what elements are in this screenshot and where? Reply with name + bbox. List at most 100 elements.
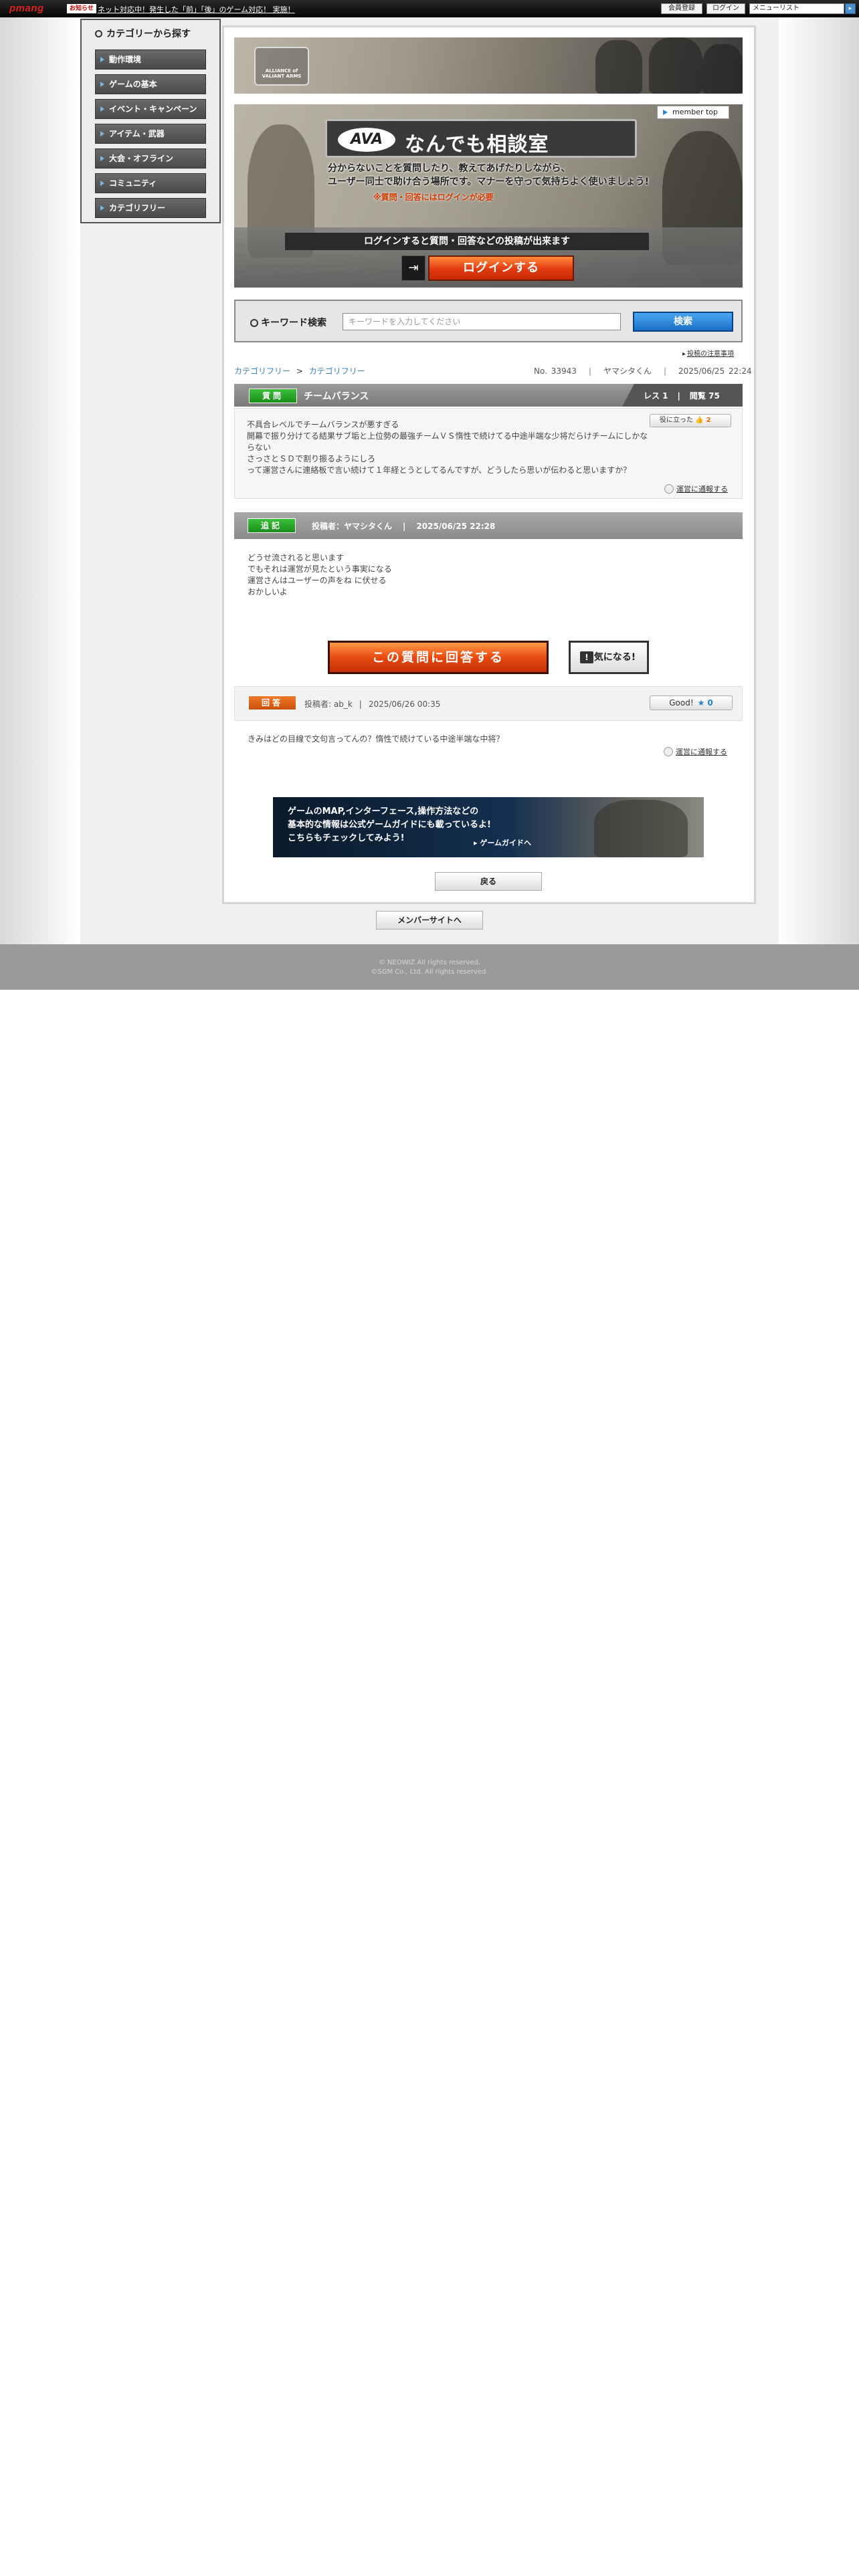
addendum-label: 追記 — [248, 518, 296, 533]
answer-text: きみはどの目線で文句言ってんの？惰性で続けている中途半端な中将？ — [248, 734, 504, 744]
question-text: 不具合レベルでチームバランスが悪すぎる 開幕で振り分けてる結果サブ垢と上位勢の最… — [247, 419, 648, 476]
soldier-figure — [649, 37, 702, 94]
login-note: ログインすると質問・回答などの投稿が出来ます — [285, 233, 649, 250]
sidebar-item-game-basics[interactable]: ゲームの基本 — [95, 74, 206, 94]
pmang-logo[interactable]: pmang — [9, 3, 44, 14]
watch-button[interactable]: ! 気になる! — [569, 641, 649, 674]
star-icon: ★ — [697, 698, 705, 708]
guide-banner-line: ゲームのMAP,インターフェース,操作方法などの — [288, 807, 479, 817]
menu-list-select[interactable]: メニューリスト — [749, 3, 844, 14]
login-button[interactable]: ログインする — [428, 255, 574, 281]
question-header: 質問 チームバランス レス 1 | 閲覧 75 — [234, 384, 743, 407]
breadcrumb-item[interactable]: カテゴリフリー — [309, 366, 365, 376]
report-link[interactable]: 運営に通報する — [664, 484, 728, 494]
posting-caution-link[interactable]: 投稿の注意事項 — [682, 348, 734, 358]
sidebar-item-community[interactable]: コミュニティ — [95, 173, 206, 193]
notice-link[interactable]: ネット対応中！発生した「前」「後」のゲーム対応！ 実施！ — [98, 4, 295, 15]
addendum-line: でもそれは運営が見たという事実になる — [248, 564, 392, 574]
breadcrumb: カテゴリフリー > カテゴリフリー — [234, 365, 365, 377]
breadcrumb-item[interactable]: カテゴリフリー — [234, 366, 290, 376]
hero-login-area: ログインすると質問・回答などの投稿が出来ます ⇥ ログインする — [234, 227, 743, 288]
view-count: 閲覧 75 — [689, 391, 720, 401]
question-line: さっさとＳＤで割り振るようにしろ — [247, 454, 376, 463]
watch-button-label: 気になる! — [593, 652, 636, 663]
reply-count: レス 1 — [644, 391, 668, 401]
breadcrumb-separator: > — [296, 366, 303, 376]
search-label-text: キーワード検索 — [261, 318, 326, 328]
exclamation-icon: ! — [580, 651, 593, 663]
back-button[interactable]: 戻る — [435, 872, 542, 891]
question-stats: レス 1 | 閲覧 75 — [644, 390, 720, 401]
addendum-author: 投稿者：ヤマシタくん — [312, 522, 393, 531]
game-guide-banner[interactable]: ゲームのMAP,インターフェース,操作方法などの 基本的な情報は公式ゲームガイド… — [273, 797, 704, 857]
helpful-label: 役に立った — [660, 417, 693, 424]
ava-banner[interactable]: ALLIANCE of VALIANT ARMS — [234, 37, 743, 94]
addendum-header: 追記 投稿者：ヤマシタくん | 2025/06/25 22:28 — [234, 512, 743, 539]
copyright-line: ©SGM Co., Ltd. All rights reserved. — [371, 968, 488, 976]
addendum-datetime: 2025/06/25 22:28 — [416, 522, 496, 531]
left-background — [0, 17, 80, 944]
post-meta: No. 33943 | ヤマシタくん | 2025/06/25 22:24 — [534, 365, 752, 377]
register-button[interactable]: 会員登録 — [661, 3, 702, 14]
notice-badge: お知らせ — [67, 4, 96, 13]
post-number: No. 33943 — [534, 366, 577, 376]
login-icon: ⇥ — [401, 255, 425, 281]
hero-title-box: AVA なんでも相談室 — [325, 119, 637, 158]
top-bar: pmang お知らせ ネット対応中！発生した「前」「後」のゲーム対応！ 実施！ … — [0, 0, 859, 17]
search-button[interactable]: 検索 — [633, 312, 733, 332]
keyword-search: キーワード検索 検索 — [234, 300, 743, 342]
go-button[interactable]: ▸ — [845, 3, 856, 14]
sidebar-item-category-free[interactable]: カテゴリフリー — [95, 198, 206, 218]
member-site-button[interactable]: メンバーサイトへ — [376, 911, 483, 930]
hero-description-line: 分からないことを質問したり、教えてあげたりしながら、 — [328, 163, 571, 174]
question-line: 不具合レベルでチームバランスが悪すぎる — [247, 420, 399, 429]
answer-datetime: 2025/06/26 00:35 — [368, 700, 441, 709]
footer: © NEOWIZ All rights reserved. ©SGM Co., … — [0, 944, 859, 990]
hero-description: 分からないことを質問したり、教えてあげたりしながら、 ユーザー同士で助け合う場所… — [328, 162, 650, 189]
hero-description-line: ユーザー同士で助け合う場所です。マナーを守って気持ちよく使いましょう! — [328, 177, 650, 187]
game-guide-link[interactable]: ゲームガイドへ — [474, 837, 531, 848]
ava-emblem-logo: ALLIANCE of VALIANT ARMS — [254, 47, 309, 86]
divider: | — [588, 366, 591, 376]
ava-mark: AVA — [338, 128, 395, 152]
addendum-text: どうせ流されると思います でもそれは運営が見たという事実になる 運営さんはユーザ… — [248, 552, 649, 598]
consultation-hero: member top AVA なんでも相談室 分からないことを質問したり、教えて… — [234, 104, 743, 288]
post-author: ヤマシタくん — [603, 366, 652, 376]
question-body: 不具合レベルでチームバランスが悪すぎる 開幕で振り分けてる結果サブ垢と上位勢の最… — [234, 408, 743, 499]
report-link[interactable]: 運営に通報する — [664, 746, 727, 757]
good-count: 0 — [707, 698, 713, 708]
sidebar-item-environment[interactable]: 動作環境 — [95, 49, 206, 70]
good-label: Good! — [669, 698, 694, 708]
sidebar-item-items-weapons[interactable]: アイテム・武器 — [95, 124, 206, 144]
divider: | — [663, 366, 667, 376]
question-line: って運営さんに連絡板で言い続けて１年経とうとしてるんですが、どうしたら思いが伝わ… — [247, 465, 632, 475]
login-button-top[interactable]: ログイン — [706, 3, 745, 14]
helpful-button[interactable]: 役に立った 👍 2 — [650, 414, 731, 427]
sidebar-title: カテゴリーから探す — [95, 27, 191, 40]
guide-banner-line: こちらもチェックしてみよう! — [288, 833, 405, 843]
ava-emblem-text: ALLIANCE of VALIANT ARMS — [262, 68, 302, 79]
question-title: チームバランス — [304, 391, 369, 402]
answer-label: 回答 — [248, 695, 296, 710]
login-required-note: ※質問・回答にはログインが必要 — [373, 193, 494, 202]
good-button[interactable]: Good! ★ 0 — [650, 695, 733, 710]
divider: | — [677, 391, 680, 401]
answer-meta: 投稿者: ab_k | 2025/06/26 00:35 — [304, 698, 440, 710]
hero-title: なんでも相談室 — [405, 133, 549, 156]
addendum-line: どうせ流されると思います — [248, 553, 345, 562]
answer-header: 回答 投稿者: ab_k | 2025/06/26 00:35 Good! ★ 0 — [234, 686, 743, 721]
sidebar-item-events[interactable]: イベント・キャンペーン — [95, 99, 206, 119]
question-label: 質問 — [249, 389, 297, 403]
addendum-meta: 投稿者：ヤマシタくん | 2025/06/25 22:28 — [312, 520, 495, 532]
sidebar-item-tournaments[interactable]: 大会・オフライン — [95, 148, 206, 169]
search-input[interactable] — [343, 313, 621, 330]
member-top-link[interactable]: member top — [657, 106, 729, 119]
answer-question-button[interactable]: この質問に回答する — [328, 641, 549, 674]
soldier-figure — [702, 44, 743, 94]
soldier-figure — [594, 800, 688, 857]
thumb-icon: 👍 — [695, 417, 704, 424]
sidebar-title-text: カテゴリーから探す — [106, 29, 191, 39]
copyright-line: © NEOWIZ All rights reserved. — [378, 959, 481, 966]
addendum-line: 運営さんはユーザーの声をね に伏せる — [248, 576, 387, 585]
search-icon — [250, 319, 258, 327]
